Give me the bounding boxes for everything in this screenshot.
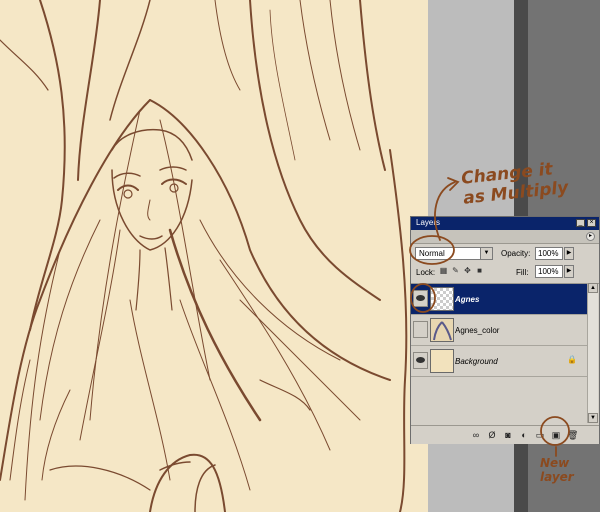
close-icon[interactable]: × (587, 219, 596, 227)
visibility-toggle[interactable] (413, 321, 428, 338)
layer-thumbnail (430, 287, 454, 311)
layer-row-agnes[interactable]: Agnes (411, 284, 587, 315)
layers-panel: Layers _ × ▸ Normal ▼ Opacity: 100% ▶ Lo… (410, 216, 600, 444)
layer-row-agnes-color[interactable]: Agnes_color (411, 315, 587, 346)
new-layer-icon[interactable]: ▣ (551, 430, 561, 440)
layer-style-icon[interactable]: Ø (487, 430, 497, 440)
layer-row-background[interactable]: Background 🔒 (411, 346, 587, 377)
eye-icon (416, 295, 425, 301)
layer-thumbnail (430, 318, 454, 342)
thumbnail-figure (433, 321, 452, 341)
lock-icon: 🔒 (567, 355, 577, 364)
link-layers-icon[interactable]: ∞ (471, 430, 481, 440)
annotation-line: layer (540, 470, 574, 484)
fill-input[interactable]: 100% (535, 265, 563, 278)
adjustment-layer-icon[interactable]: ◐ (519, 430, 529, 440)
eye-icon (416, 357, 425, 363)
annotation-new-layer: New layer (540, 456, 574, 484)
panel-menu-icon[interactable]: ▸ (586, 232, 595, 241)
panel-footer: ∞ Ø ◙ ◐ ▭ ▣ 🗑 (411, 425, 599, 444)
document-canvas[interactable] (0, 0, 428, 512)
fill-label: Fill: (516, 268, 529, 277)
new-group-icon[interactable]: ▭ (535, 430, 545, 440)
visibility-toggle[interactable] (413, 352, 428, 369)
lock-label: Lock: (416, 268, 436, 277)
opacity-label: Opacity: (501, 249, 531, 258)
blend-mode-select[interactable]: Normal ▼ (415, 247, 493, 260)
fill-slider-arrow-icon[interactable]: ▶ (564, 265, 574, 278)
add-mask-icon[interactable]: ◙ (503, 430, 513, 440)
opacity-input[interactable]: 100% (535, 247, 563, 260)
layer-name: Background (455, 357, 498, 366)
minimize-icon[interactable]: _ (576, 219, 585, 227)
illustration-sketch (0, 0, 408, 512)
scroll-down-icon[interactable]: ▼ (588, 413, 598, 423)
layer-list: Agnes Agnes_color Background 🔒 (411, 283, 599, 424)
scroll-up-icon[interactable]: ▲ (588, 283, 598, 293)
chevron-down-icon[interactable]: ▼ (480, 248, 492, 259)
lock-position-icon[interactable]: ✥ (463, 266, 472, 276)
photoshop-workspace: Layers _ × ▸ Normal ▼ Opacity: 100% ▶ Lo… (0, 0, 600, 512)
blend-mode-value: Normal (419, 249, 445, 258)
panel-title: Layers (416, 218, 441, 227)
layer-thumbnail (430, 349, 454, 373)
layer-list-scrollbar[interactable]: ▲ ▼ (587, 283, 598, 423)
lock-all-icon[interactable]: ■ (475, 266, 484, 276)
panel-tab-row: ▸ (411, 230, 599, 244)
layer-name: Agnes_color (455, 326, 500, 335)
lock-transparency-icon[interactable]: ▦ (439, 266, 448, 276)
opacity-slider-arrow-icon[interactable]: ▶ (564, 247, 574, 260)
layer-name: Agnes (455, 295, 480, 304)
annotation-line: New (540, 456, 570, 470)
delete-layer-icon[interactable]: 🗑 (567, 430, 578, 440)
visibility-toggle[interactable] (413, 290, 428, 307)
lock-paint-icon[interactable]: ✎ (451, 266, 460, 276)
panel-titlebar[interactable]: Layers _ × (411, 217, 599, 230)
